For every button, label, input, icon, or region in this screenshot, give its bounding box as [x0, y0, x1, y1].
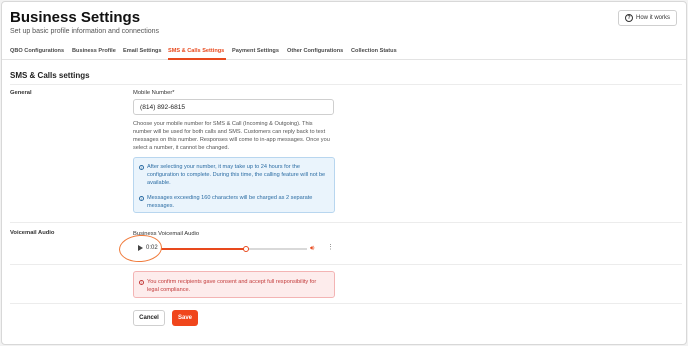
more-vertical-icon[interactable]: ⋮: [327, 244, 334, 252]
how-it-works-label: How it works: [635, 15, 670, 21]
consent-text: You confirm recipients gave consent and …: [147, 279, 317, 293]
info-item: i Messages exceeding 160 characters will…: [139, 194, 329, 210]
info-text-2: Messages exceeding 160 characters will b…: [147, 195, 313, 209]
audio-progress-track[interactable]: [161, 245, 307, 252]
page-subtitle: Set up basic profile information and con…: [10, 28, 160, 35]
settings-page: Business Settings Set up basic profile i…: [1, 1, 687, 345]
divider: [10, 84, 682, 85]
info-icon: i: [139, 164, 144, 170]
question-icon: ?: [624, 14, 633, 22]
tab-other-configurations[interactable]: Other Configurations: [287, 48, 343, 54]
mobile-number-label: Mobile Number*: [133, 90, 175, 96]
audio-player: 0:02 🔊︎ ⋮: [133, 242, 339, 256]
mobile-number-input[interactable]: (814) 892-6815: [133, 99, 334, 115]
save-button[interactable]: Save: [172, 310, 198, 326]
highlight-circle: [118, 233, 163, 264]
volume-icon[interactable]: 🔊︎: [310, 245, 314, 253]
audio-progress-fill: [161, 248, 246, 250]
tab-qbo-configurations[interactable]: QBO Configurations: [10, 48, 64, 54]
cancel-button[interactable]: Cancel: [133, 310, 165, 326]
consent-warning-content: ! You confirm recipients gave consent an…: [139, 278, 329, 294]
voicemail-label: Voicemail Audio: [10, 230, 55, 236]
consent-warning: ! You confirm recipients gave consent an…: [133, 271, 335, 298]
tab-payment-settings[interactable]: Payment Settings: [232, 48, 279, 54]
info-box: i After selecting your number, it may ta…: [133, 157, 335, 213]
general-label: General: [10, 90, 32, 96]
audio-progress-handle[interactable]: [242, 245, 249, 252]
alert-icon: !: [139, 279, 144, 285]
info-text-1: After selecting your number, it may take…: [147, 164, 326, 186]
info-item: i After selecting your number, it may ta…: [139, 163, 329, 187]
settings-tabs: QBO Configurations Business Profile Emai…: [2, 44, 686, 60]
section-title: SMS & Calls settings: [10, 71, 90, 80]
tab-sms-calls-settings[interactable]: SMS & Calls Settings: [168, 48, 224, 54]
divider: [10, 264, 682, 265]
active-tab-indicator: [168, 58, 226, 60]
mobile-help-text: Choose your mobile number for SMS & Call…: [133, 121, 330, 151]
how-it-works-button[interactable]: ? How it works: [617, 10, 677, 26]
tab-business-profile[interactable]: Business Profile: [72, 48, 116, 54]
tab-collection-status[interactable]: Collection Status: [351, 48, 397, 54]
page-title: Business Settings: [10, 9, 141, 26]
info-icon: i: [139, 195, 144, 201]
tab-email-settings[interactable]: Email Settings: [123, 48, 162, 54]
divider: [10, 303, 682, 304]
divider: [10, 222, 682, 223]
